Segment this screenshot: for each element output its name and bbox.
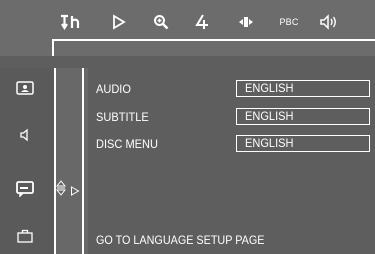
up-down-arrow-icon[interactable]	[55, 180, 67, 196]
speaker-icon[interactable]	[14, 126, 36, 144]
play-icon[interactable]	[106, 14, 132, 30]
zoom-icon[interactable]	[148, 14, 174, 30]
separator-strip	[0, 56, 375, 68]
step-icon[interactable]	[233, 14, 259, 30]
footer-hint: GO TO LANGUAGE SETUP PAGE	[96, 233, 265, 247]
audio-value-field[interactable]: ENGLISH	[236, 80, 370, 97]
audio-settings-icon[interactable]	[57, 14, 83, 30]
subtitle-value-field[interactable]: ENGLISH	[236, 108, 370, 125]
divider-left	[54, 68, 56, 254]
divider-right	[82, 68, 84, 254]
angle-icon[interactable]	[189, 14, 215, 30]
sound-icon[interactable]	[316, 14, 342, 30]
menu-frame-line	[52, 39, 375, 56]
pbc-label[interactable]: PBC	[276, 14, 302, 30]
right-arrow-icon[interactable]	[70, 183, 80, 196]
picture-icon[interactable]	[14, 79, 36, 97]
audio-label: AUDIO	[96, 82, 131, 96]
top-icon-bar: PBC	[0, 0, 375, 56]
subtitle-icon[interactable]	[14, 180, 36, 198]
disc-menu-label: DISC MENU	[96, 137, 158, 151]
briefcase-icon[interactable]	[14, 227, 36, 245]
disc-menu-value-field[interactable]: ENGLISH	[236, 135, 370, 152]
subtitle-label: SUBTITLE	[96, 110, 149, 124]
